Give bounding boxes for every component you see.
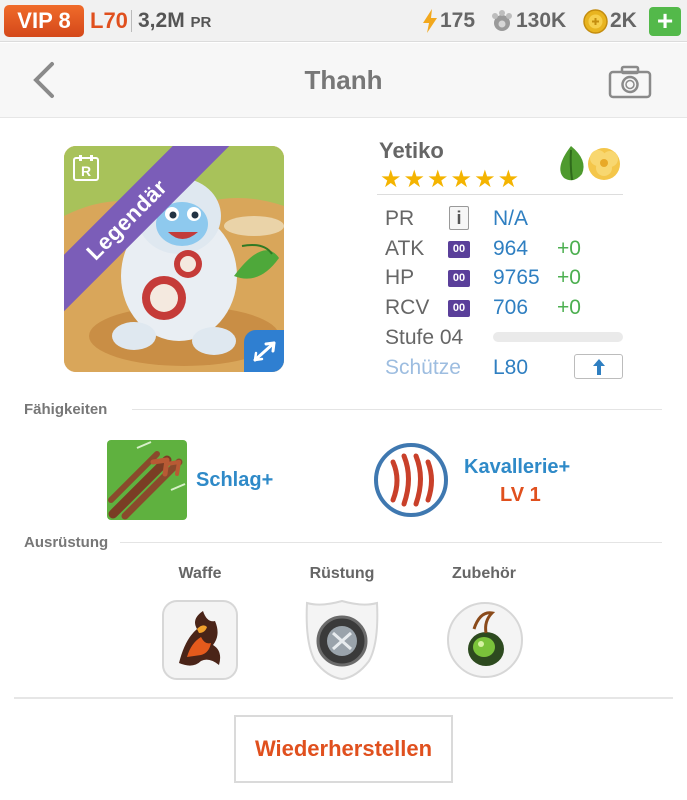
- energy-counter[interactable]: 175: [422, 9, 476, 34]
- star-rating: ★★★★★★: [380, 166, 522, 193]
- skill-cavalry-level: LV 1: [500, 484, 541, 506]
- stat-bonus-rcv: +0: [557, 296, 581, 319]
- info-icon[interactable]: i: [449, 206, 469, 230]
- accessory-icon: [447, 602, 523, 678]
- equip-label-armor: Rüstung: [309, 565, 375, 582]
- player-power: 3,2M PR: [138, 9, 211, 33]
- screenshot-button[interactable]: [608, 65, 652, 104]
- class-label: Schütze: [385, 356, 461, 379]
- player-level: L70: [90, 8, 128, 33]
- slash-skill-art: [107, 440, 187, 520]
- bottom-divider: [14, 697, 673, 699]
- archer-arrow-icon: [253, 341, 276, 362]
- skills-divider: [132, 409, 662, 410]
- stat-badge-hp: 00: [448, 270, 470, 287]
- stat-value-pr: N/A: [493, 207, 529, 230]
- food-value: 130K: [516, 9, 567, 32]
- arrow-up-icon: [593, 359, 605, 375]
- stat-bonus-hp: +0: [557, 266, 581, 289]
- paw-icon: [492, 10, 512, 32]
- svg-text:R: R: [81, 163, 91, 179]
- class-badge: [244, 330, 284, 372]
- upgrade-button[interactable]: [574, 354, 623, 379]
- stat-label-hp: HP: [385, 266, 415, 289]
- power-unit: PR: [190, 14, 212, 31]
- skills-section-label: Fähigkeiten: [24, 401, 108, 418]
- energy-value: 175: [440, 9, 476, 32]
- weapon-icon: [162, 600, 238, 680]
- coin-icon: [583, 9, 608, 34]
- equip-slot-accessory[interactable]: [446, 599, 524, 681]
- page-header: Thanh: [0, 43, 687, 118]
- status-bar: VIP 8 L70 3,2M PR 175 130K 2K +: [0, 0, 687, 42]
- hero-name: Yetiko: [379, 138, 444, 163]
- lightning-icon: [423, 9, 437, 34]
- equipment-divider: [120, 542, 662, 543]
- skill-slash-name[interactable]: Schlag+: [196, 469, 273, 492]
- stat-label-rcv: RCV: [385, 296, 430, 319]
- stage-progress-bar: [493, 332, 623, 342]
- stat-badge-atk: 00: [448, 241, 470, 258]
- equip-label-accessory: Zubehör: [452, 565, 516, 582]
- stat-value-hp: 9765: [493, 266, 540, 289]
- stat-bonus-atk: +0: [557, 237, 581, 260]
- claw-icon: [374, 443, 448, 517]
- skill-cavalry-name[interactable]: Kavallerie+: [464, 456, 570, 479]
- class-level: L80: [493, 356, 529, 379]
- stat-badge-rcv: 00: [448, 300, 470, 317]
- stat-label-atk: ATK: [385, 237, 425, 260]
- equip-slot-weapon[interactable]: [161, 599, 239, 681]
- stats-divider: [377, 194, 623, 195]
- page-title: Thanh: [304, 65, 383, 95]
- armor-icon: [305, 599, 379, 681]
- restore-button[interactable]: Wiederherstellen: [234, 715, 453, 783]
- status-divider: [131, 10, 132, 32]
- stat-value-atk: 964: [493, 237, 529, 260]
- equipment-section-label: Ausrüstung: [24, 534, 109, 551]
- hero-portrait[interactable]: Legendär R: [64, 146, 284, 372]
- gold-value: 2K: [610, 9, 637, 33]
- camera-icon: [608, 65, 652, 99]
- stat-value-rcv: 706: [493, 296, 529, 319]
- equip-label-weapon: Waffe: [178, 565, 222, 582]
- vip-badge[interactable]: VIP 8: [4, 5, 84, 37]
- stat-label-pr: PR: [385, 207, 415, 230]
- equip-slot-armor[interactable]: [303, 599, 381, 681]
- food-counter[interactable]: 130K: [490, 9, 566, 33]
- power-value: 3,2M: [138, 9, 185, 32]
- cloud-element-icon: [588, 148, 620, 180]
- stage-label: Stufe 04: [385, 326, 464, 349]
- recruit-icon: R: [73, 155, 99, 181]
- skill-cavalry-icon[interactable]: [373, 442, 449, 523]
- add-currency-button[interactable]: +: [649, 7, 681, 36]
- skill-slash-icon[interactable]: [107, 440, 187, 520]
- gold-counter[interactable]: 2K: [583, 9, 637, 34]
